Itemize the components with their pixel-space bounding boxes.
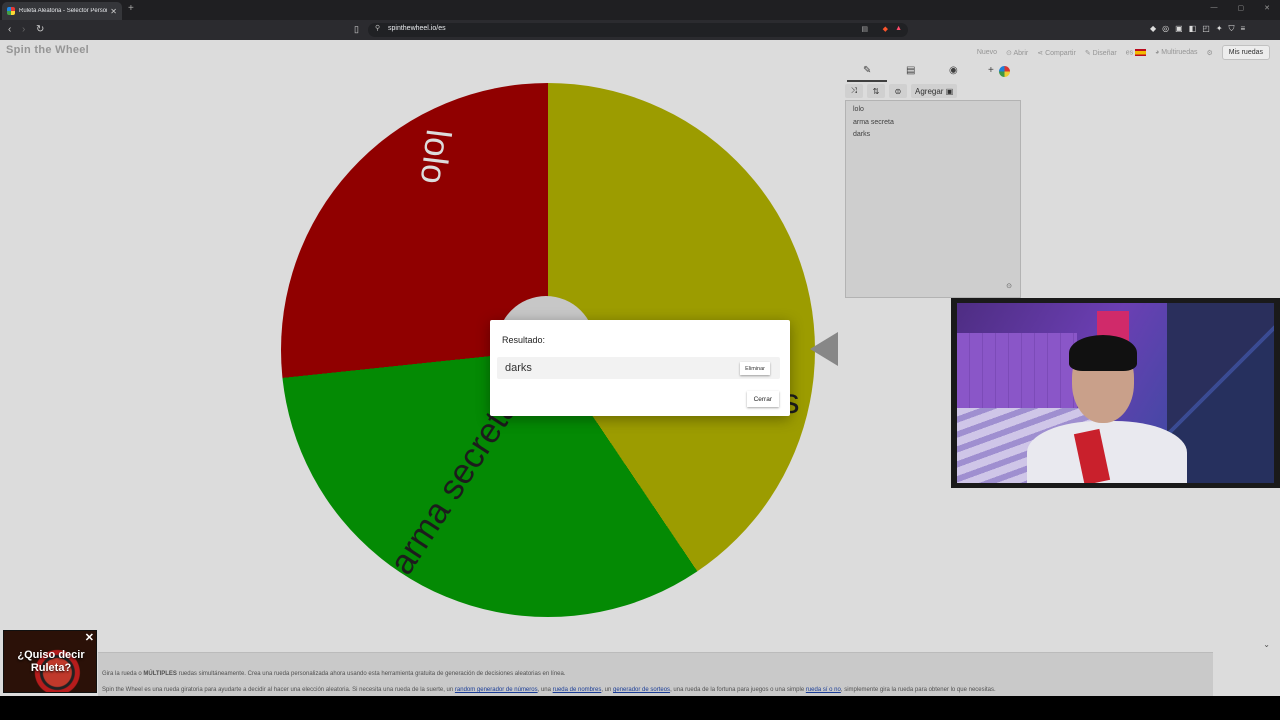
tab-title: Ruleta Aleatoria - Selector Personalizad… <box>19 8 107 14</box>
extension-icon[interactable]: ◰ <box>1202 24 1210 34</box>
rewards-icon[interactable]: ▲ <box>895 25 902 32</box>
site-info-icon[interactable]: ⚲ <box>375 24 380 32</box>
maximize-icon[interactable]: ▢ <box>1238 4 1245 12</box>
close-window-icon[interactable]: ✕ <box>1264 4 1270 12</box>
bookmark-icon[interactable]: ▯ <box>354 24 359 35</box>
wheel-favicon-icon <box>7 7 15 15</box>
url-text: spinthewheel.io/es <box>388 25 446 32</box>
webcam-feed <box>957 303 1274 483</box>
minimize-icon[interactable]: — <box>1211 4 1218 12</box>
browser-tab[interactable]: Ruleta Aleatoria - Selector Personalizad… <box>2 2 122 20</box>
brave-shield-icon[interactable]: ◆ <box>883 25 888 33</box>
reader-mode-icon[interactable]: ▤ <box>861 25 868 33</box>
webcam-overlay <box>951 298 1280 488</box>
ad-text: ¿Quiso decir Ruleta? <box>17 649 85 674</box>
url-field[interactable]: ⚲ spinthewheel.io/es ▤ ◆ ▲ <box>368 23 908 37</box>
vpn-icon[interactable]: ⛉ <box>1229 24 1235 34</box>
extension-icon[interactable]: ◎ <box>1162 24 1169 34</box>
streamer-hair <box>1069 335 1137 371</box>
roulette-ad[interactable]: ¿Quiso decir Ruleta? ✕ <box>3 630 97 693</box>
close-button[interactable]: Cerrar <box>746 391 779 407</box>
back-button[interactable]: ‹ <box>8 24 11 35</box>
window-controls: — ▢ ✕ <box>1211 4 1271 12</box>
address-bar-row: ‹ › ↻ ▯ ⚲ spinthewheel.io/es ▤ ◆ ▲ ◆ ◎ ▣… <box>0 20 1280 40</box>
extension-icon[interactable]: ✦ <box>1216 24 1223 34</box>
new-tab-button[interactable]: + <box>128 3 134 14</box>
extension-icon[interactable]: ◆ <box>1150 24 1156 34</box>
forward-button[interactable]: › <box>22 24 25 35</box>
ad-close-icon[interactable]: ✕ <box>85 631 94 644</box>
menu-icon[interactable]: ≡ <box>1241 24 1246 34</box>
result-value: darks <box>505 362 532 374</box>
close-tab-icon[interactable]: ✕ <box>110 7 117 16</box>
extension-icons: ◆ ◎ ▣ ◧ ◰ ✦ ⛉ ≡ <box>1150 24 1245 34</box>
dialog-title: Resultado: <box>502 335 546 345</box>
result-row: darks Eliminar <box>497 357 780 379</box>
remove-button[interactable]: Eliminar <box>740 362 770 375</box>
reload-button[interactable]: ↻ <box>36 24 44 35</box>
browser-tab-bar: Ruleta Aleatoria - Selector Personalizad… <box>0 0 1280 20</box>
result-dialog: Resultado: darks Eliminar Cerrar <box>490 320 790 416</box>
extension-icon[interactable]: ▣ <box>1175 24 1183 34</box>
sidebar-icon[interactable]: ◧ <box>1189 24 1197 34</box>
